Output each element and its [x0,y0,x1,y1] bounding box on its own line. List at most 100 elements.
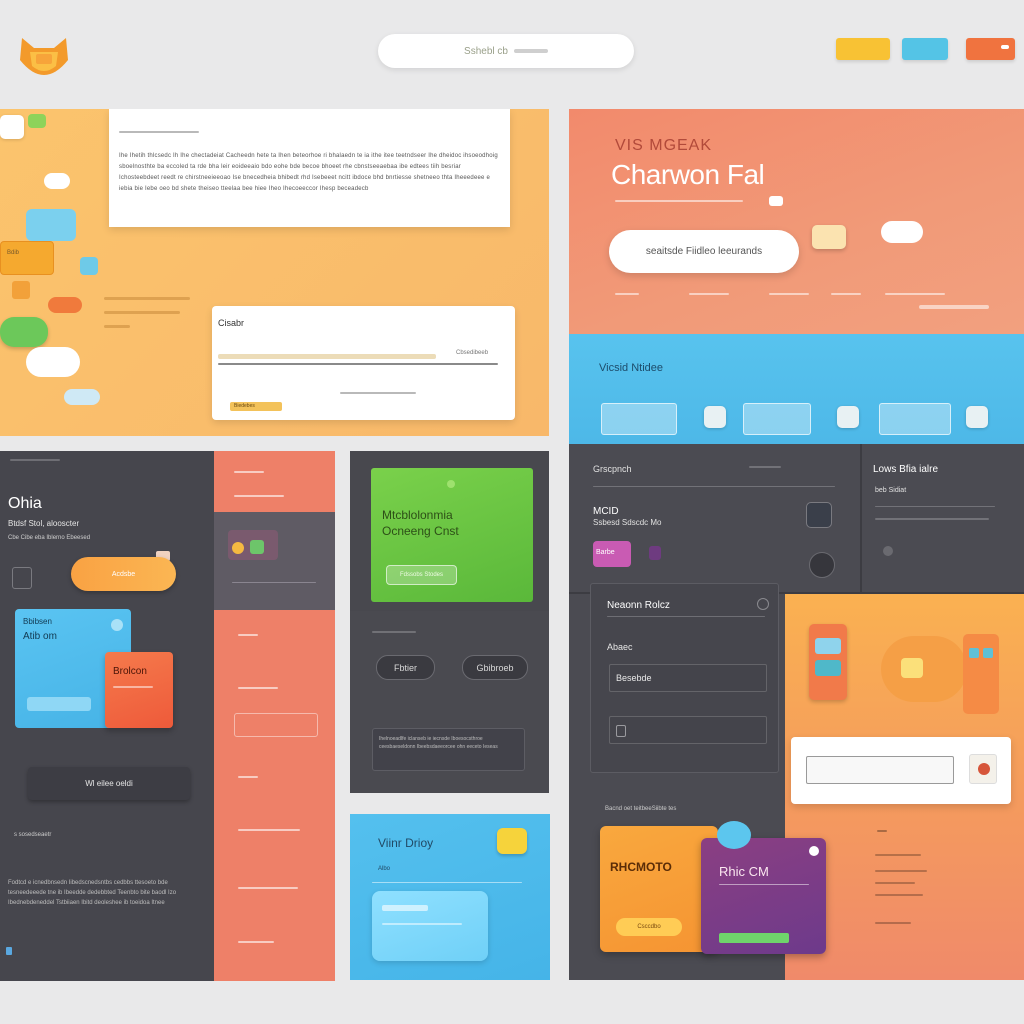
form-progress [218,354,436,359]
mid-line [372,631,416,633]
cup-icon[interactable] [837,406,859,428]
header-button-cyan[interactable] [902,38,948,60]
widget-card: Bdib [0,241,54,275]
dark-input-field[interactable]: Wl eilee oeldi [28,767,190,800]
orange-col-line [238,687,278,689]
field-icon [616,725,626,737]
form-card: Cisabr Cbsedibeeb Biedebes [212,306,515,420]
orange-col-line [238,887,298,889]
phone-illustration [963,634,999,714]
hero-small-icon [769,196,783,206]
settings-field-2[interactable]: Besebde [609,664,767,692]
green-card-button[interactable]: Fdssobs Stodes [386,565,457,585]
green-tag-icon [28,114,46,128]
top-right-title: Lows Bfia ialre [873,464,939,475]
hero-meta-line [689,293,729,295]
meta-line [104,297,190,300]
top-divider-line [593,486,835,487]
white-input-card [791,737,1011,804]
badge[interactable]: Barbe [593,541,631,567]
orange-col-line [238,776,258,778]
meta-line [104,311,180,314]
sun-icon [232,542,244,554]
form-footer-line [340,392,416,394]
device-icon[interactable] [806,502,832,528]
chat-bubble-icon[interactable] [717,821,751,849]
top-line [10,459,60,461]
blue-small-panel: Viinr Drioy Albo [350,814,550,980]
cup-icon [901,658,923,678]
green-card-line-2: Ocneeng Cnst [382,524,459,538]
blue-card-title: Bbibsen [23,617,52,626]
left-panel-line: Cbe Cibe eba Iblerno Ebeesed [8,535,91,541]
search-bar[interactable]: Sshebl cb [378,34,634,68]
small-app-icon [80,257,98,275]
badge-icon[interactable] [966,406,988,428]
green-promo-card[interactable]: Mtcblolonmia Ocneeng Cnst Fdssobs Stodes [371,468,533,602]
top-line [749,466,781,468]
red-card-line [113,686,153,688]
footer-icon [6,947,12,955]
orange-col-field[interactable] [234,713,318,737]
cloud-icon [44,173,70,189]
form-label: Cisabr [218,318,245,328]
form-right-label: Cbsedibeeb [456,350,489,356]
badge-small-icon [649,546,661,560]
orange-col-line [234,495,284,497]
meta-line [104,325,130,328]
hero-title: Charwon Fal [611,159,765,190]
form-button[interactable]: Biedebes [230,402,282,411]
blue-small-inner-card[interactable] [372,891,488,961]
blue-small-subtitle: Albo [378,866,391,872]
orange-card-button[interactable]: Csccdbo [616,918,682,936]
list-line [875,922,911,924]
meta-subtitle: Ssbesd Sdscdc Mo [593,518,662,527]
primary-pill-button[interactable]: Acdsbe [71,557,176,591]
yellow-panel: Bdib Ihe Ihetih thlcsedc Ih Ihe chectade… [0,109,549,436]
app-logo[interactable] [14,30,74,86]
form-divider [218,363,498,365]
text-input[interactable] [806,756,954,784]
vertical-divider [860,444,862,594]
header-button-orange[interactable] [966,38,1015,60]
middle-note-box: Ihelnoeadlfe iclanseb ie iecnsde Iboesoc… [372,728,525,771]
middle-note-text: Ihelnoeadlfe iclanseb ie iecnsde Iboesoc… [379,736,498,750]
hero-meta-line [769,293,809,295]
settings-field-3[interactable] [609,716,767,744]
top-right-subtitle: beb Sidiat [875,487,907,494]
paint-icon[interactable] [969,754,997,784]
blue-strip-title: Vicsid Ntidee [599,362,663,374]
inner-line [382,905,428,911]
blue-field-2[interactable] [743,403,811,435]
purple-card[interactable]: Rhic CM [701,838,826,954]
hero-meta-line [885,293,945,295]
hero-cta-button[interactable]: seaitsde Fiidleo leeurands [609,230,799,273]
filter-chip[interactable]: Fbtier [376,655,435,680]
image-block [214,512,335,610]
avatar[interactable] [809,552,835,578]
shield-icon[interactable] [704,406,726,428]
settings-gear-icon[interactable] [757,598,769,610]
top-right-line [875,518,989,520]
red-card[interactable]: Brolcon [105,652,173,728]
hero-kicker: VIS MGEAK [615,137,713,154]
device-illustration [809,624,847,700]
settings-label-1: Abaec [607,642,633,652]
list-caption: Bacnd oet teitbeeSiibte tes [605,806,677,812]
list-line [875,854,921,856]
orange-col-line [238,634,258,636]
blue-field-1[interactable] [601,403,677,435]
hero-meta-line [615,293,639,295]
header-button-yellow[interactable] [836,38,890,60]
top-left-label: Grscpnch [593,464,632,474]
settings-divider [607,616,765,617]
blue-card-button[interactable] [27,697,91,711]
left-orange-column [214,451,335,981]
blue-field-3[interactable] [879,403,951,435]
list-line [875,870,927,872]
blob-illustration [881,636,967,702]
plant-icon [250,540,264,554]
orange-col-line [238,829,300,831]
card-paragraph: Ihe Ihetih thlcsedc Ih Ihe chectadeiat C… [119,153,498,192]
group-chip[interactable]: Gbibroeb [462,655,528,680]
